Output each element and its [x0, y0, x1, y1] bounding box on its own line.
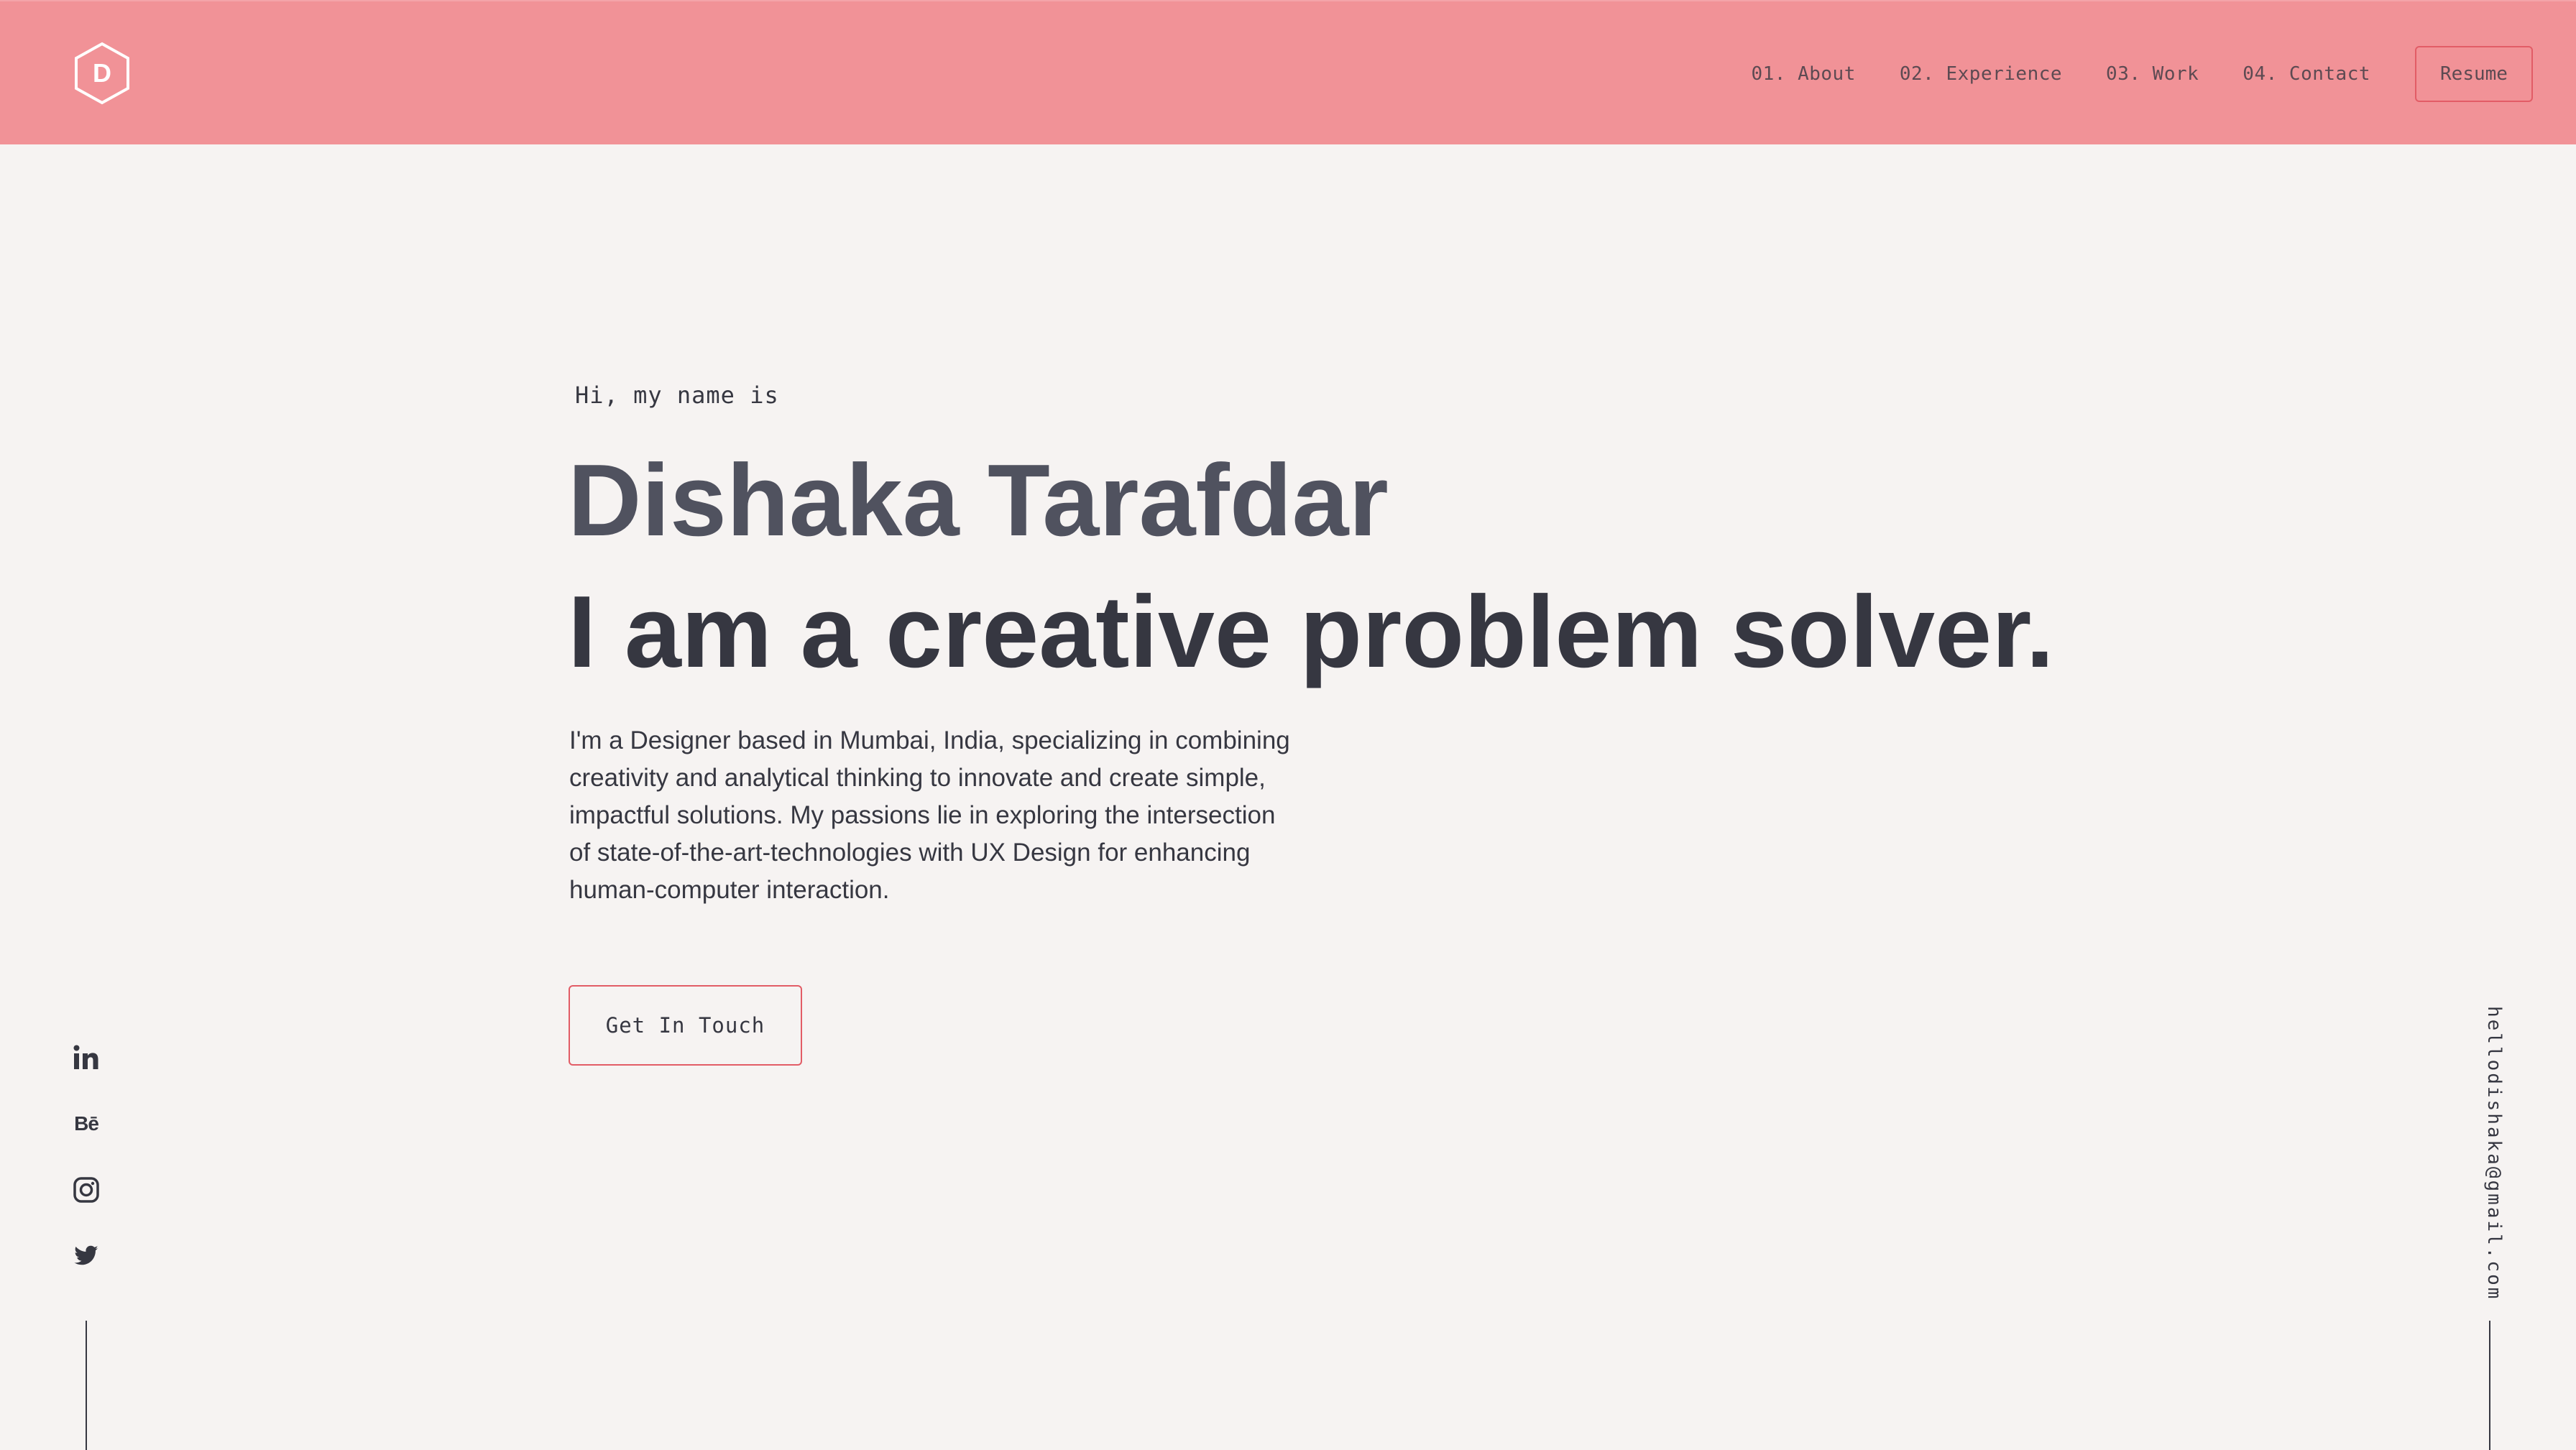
linkedin-link[interactable] — [69, 1040, 104, 1075]
nav-label: About — [1798, 63, 1856, 85]
site-header: D 01. About 02. Experience 03. Work 04. … — [0, 0, 2576, 144]
resume-button[interactable]: Resume — [2415, 46, 2533, 102]
logo[interactable]: D — [72, 41, 132, 106]
social-links: Bē — [69, 1040, 104, 1305]
right-rail-line — [2489, 1321, 2490, 1450]
nav-item-contact[interactable]: 04. Contact — [2242, 63, 2370, 85]
nav-number: 04. — [2242, 63, 2278, 85]
nav-item-work[interactable]: 03. Work — [2106, 63, 2199, 85]
nav-label: Work — [2152, 63, 2199, 85]
twitter-icon — [74, 1245, 98, 1265]
hero-tagline: I am a creative problem solver. — [568, 575, 2054, 689]
nav-number: 01. — [1751, 63, 1786, 85]
nav-number: 02. — [1899, 63, 1935, 85]
behance-icon: Bē — [74, 1112, 99, 1135]
hero-bio: I'm a Designer based in Mumbai, India, s… — [569, 726, 1290, 904]
email-link[interactable]: hellodishaka@gmail.com — [2479, 1006, 2505, 1301]
behance-link[interactable]: Bē — [69, 1107, 104, 1141]
instagram-link[interactable] — [69, 1173, 104, 1207]
hero-greeting: Hi, my name is — [575, 382, 779, 409]
twitter-link[interactable] — [69, 1239, 104, 1273]
logo-letter: D — [93, 58, 111, 88]
instagram-icon — [73, 1177, 99, 1203]
main-nav: 01. About 02. Experience 03. Work 04. Co… — [1751, 46, 2533, 102]
nav-number: 03. — [2106, 63, 2141, 85]
left-rail-line — [86, 1321, 87, 1450]
get-in-touch-button[interactable]: Get In Touch — [569, 985, 802, 1066]
nav-item-about[interactable]: 01. About — [1751, 63, 1855, 85]
nav-item-experience[interactable]: 02. Experience — [1900, 63, 2062, 85]
nav-label: Contact — [2288, 63, 2370, 85]
linkedin-icon — [73, 1045, 98, 1069]
nav-label: Experience — [1946, 63, 2063, 85]
hero-name: Dishaka Tarafdar — [568, 443, 1389, 558]
